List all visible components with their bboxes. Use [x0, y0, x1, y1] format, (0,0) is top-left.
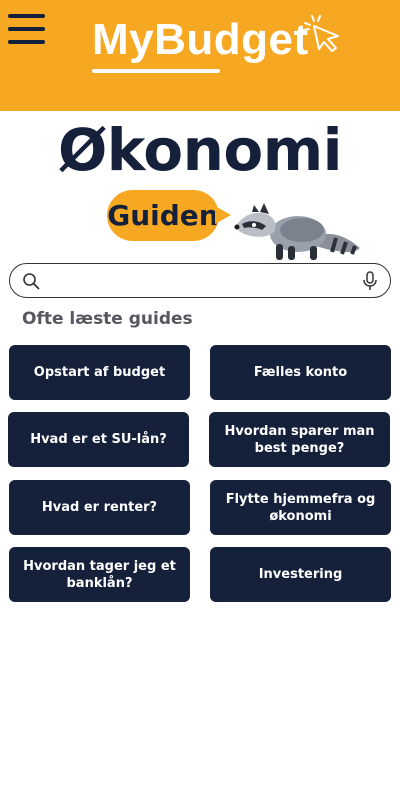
- guide-badge-text: Guiden: [107, 199, 219, 232]
- logo-underline: [92, 69, 220, 73]
- guide-button-su-laan[interactable]: Hvad er et SU-lån?: [8, 412, 189, 467]
- microphone-icon[interactable]: [362, 270, 378, 291]
- raccoon-mascot: [234, 203, 360, 260]
- guide-button-banklaan[interactable]: Hvordan tager jeg et banklån?: [9, 547, 190, 602]
- guide-button-investering[interactable]: Investering: [210, 547, 391, 602]
- page-title: Økonomi: [57, 116, 343, 184]
- guide-button-flytte-hjemmefra[interactable]: Flytte hjemmefra og økonomi: [210, 480, 391, 535]
- logo-text: MyBudget: [92, 15, 309, 64]
- menu-bar: [8, 14, 45, 18]
- menu-bar: [8, 40, 45, 44]
- menu-bar: [8, 27, 45, 31]
- search-input[interactable]: [50, 266, 352, 295]
- guide-button-spare-penge[interactable]: Hvordan sparer man best penge?: [209, 412, 390, 467]
- app-header: MyBudget: [0, 0, 400, 111]
- guide-badge: Guiden: [107, 190, 231, 241]
- section-title: Ofte læste guides: [22, 309, 193, 329]
- guide-button-faelles-konto[interactable]: Fælles konto: [210, 345, 391, 400]
- app-logo[interactable]: MyBudget: [92, 16, 309, 76]
- search-bar[interactable]: [9, 263, 391, 298]
- guide-button-opstart-af-budget[interactable]: Opstart af budget: [9, 345, 190, 400]
- cursor-click-icon: [303, 15, 339, 52]
- hamburger-menu-icon[interactable]: [8, 14, 45, 44]
- search-icon: [23, 272, 40, 289]
- guide-button-renter[interactable]: Hvad er renter?: [9, 480, 190, 535]
